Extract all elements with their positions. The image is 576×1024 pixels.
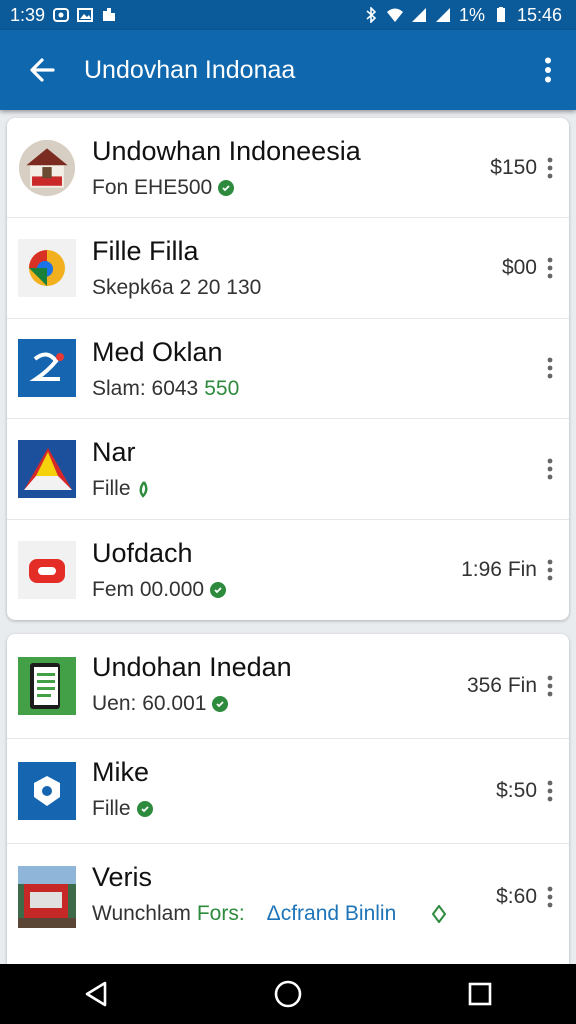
item-title: Undohan Inedan xyxy=(92,652,292,682)
status-left: 1:39 xyxy=(10,5,117,26)
item-price: $00 xyxy=(501,256,537,280)
more-vertical-icon xyxy=(547,257,553,279)
item-subtitle-group: Uen: 60.001 xyxy=(92,692,229,716)
app-list-card-2: Undohan Inedan Uen: 60.001 356 Fin Mike … xyxy=(7,634,569,964)
notification-icon xyxy=(53,8,70,22)
more-vertical-icon xyxy=(547,458,553,480)
house-photo-icon xyxy=(18,137,76,199)
item-subtitle-extra-2: Δcfrand Binlin xyxy=(266,902,397,925)
list-item[interactable]: Fille Filla Skepk6a 2 20 130 $00 xyxy=(7,218,569,319)
more-vertical-icon xyxy=(545,57,551,83)
item-price: 1:96 Fin xyxy=(461,557,537,581)
nav-back-icon xyxy=(85,981,107,1007)
item-subtitle-group: Wunchlam Fors: Δcfrand Binlin xyxy=(92,902,447,926)
item-subtitle-group: Slam: 6043 550 xyxy=(92,377,239,401)
item-subtitle-extra: Fors: xyxy=(196,902,245,925)
verified-icon xyxy=(218,180,235,196)
item-subtitle-group: Fem 00.000 xyxy=(92,577,227,602)
list-item[interactable]: Undohan Inedan Uen: 60.001 356 Fin xyxy=(7,634,569,739)
verified-icon xyxy=(136,801,153,817)
browser-app-icon xyxy=(18,237,76,299)
more-vertical-icon xyxy=(547,675,553,697)
item-title: Nar xyxy=(92,437,136,468)
more-vertical-icon xyxy=(547,780,553,802)
nav-back-button[interactable] xyxy=(66,964,126,1024)
overflow-menu-button[interactable] xyxy=(520,30,576,110)
store-notification-icon xyxy=(103,8,116,21)
list-item[interactable]: Veris Wunchlam Fors: Δcfrand Binlin $:60 xyxy=(7,844,569,949)
document-app-icon xyxy=(18,655,76,717)
shield-app-icon xyxy=(18,760,76,822)
more-vertical-icon xyxy=(547,157,553,179)
item-more-button[interactable] xyxy=(541,671,559,701)
item-more-button[interactable] xyxy=(541,454,559,484)
list-item[interactable]: Uofdach Fem 00.000 1:96 Fin xyxy=(7,520,569,620)
item-price: 356 Fin xyxy=(466,674,537,697)
page-title: Undovhan Indonaa xyxy=(84,55,296,84)
item-more-button[interactable] xyxy=(541,153,559,183)
item-more-button[interactable] xyxy=(541,353,559,383)
list-item[interactable]: Med Oklan Slam: 6043 550 xyxy=(7,319,569,420)
list-item[interactable]: Mike Fille $:50 xyxy=(7,739,569,844)
status-time: 15:46 xyxy=(516,4,562,25)
more-vertical-icon xyxy=(547,358,553,379)
status-bar: 1:39 1% 15:46 xyxy=(0,0,576,30)
arrow-back-icon xyxy=(30,58,55,82)
item-subtitle-group: Fille xyxy=(92,797,153,821)
blue-app-icon xyxy=(18,337,76,399)
more-vertical-icon xyxy=(547,559,553,581)
verified-icon xyxy=(210,581,227,598)
item-title: Mike xyxy=(92,757,150,787)
item-title: Veris xyxy=(92,862,153,892)
item-more-button[interactable] xyxy=(541,776,559,806)
leaf-icon xyxy=(139,481,147,498)
video-app-icon xyxy=(18,539,76,601)
item-more-button[interactable] xyxy=(541,882,559,912)
item-subtitle: Uen: 60.001 xyxy=(92,692,207,715)
nav-recents-button[interactable] xyxy=(450,964,510,1024)
triangle-flag-icon xyxy=(18,438,76,500)
market-photo-icon xyxy=(18,865,76,928)
item-subtitle: Slam: 6043 xyxy=(92,376,199,400)
item-title: Uofdach xyxy=(92,537,193,568)
item-subtitle: Skepk6a 2 20 130 xyxy=(92,276,262,300)
back-button[interactable] xyxy=(0,30,84,110)
app-bar: Undovhan Indonaa xyxy=(0,30,576,110)
item-subtitle: Fille xyxy=(92,797,131,820)
list-item[interactable]: Undowhan Indoneesia Fon EHE500 $150 xyxy=(7,118,569,219)
wifi-icon xyxy=(386,8,403,22)
item-price: $150 xyxy=(490,155,537,179)
status-left-time: 1:39 xyxy=(10,4,46,25)
item-title: Fille Filla xyxy=(92,236,199,267)
nav-home-button[interactable] xyxy=(258,964,318,1024)
item-title: Undowhan Indoneesia xyxy=(92,136,361,166)
item-more-button[interactable] xyxy=(541,253,559,283)
item-subtitle-group: Fon EHE500 xyxy=(92,176,235,200)
signal-icon xyxy=(411,8,426,22)
item-price: $:50 xyxy=(496,779,537,802)
item-subtitle: Fille xyxy=(92,477,131,501)
status-right: 1% 15:46 xyxy=(363,5,562,26)
list-item[interactable]: Nar Fille xyxy=(7,419,569,520)
item-price: $:60 xyxy=(496,884,537,908)
item-subtitle: Wunchlam xyxy=(92,902,191,925)
nav-recents-icon xyxy=(468,982,492,1006)
battery-percent: 1% xyxy=(458,4,485,25)
image-notification-icon xyxy=(77,8,94,22)
item-subtitle: Fem 00.000 xyxy=(92,577,205,601)
item-more-button[interactable] xyxy=(541,555,559,585)
diamond-icon xyxy=(432,905,447,923)
more-vertical-icon xyxy=(547,886,553,907)
item-subtitle-group: Fille xyxy=(92,477,151,501)
signal-2-icon xyxy=(435,8,450,22)
battery-icon xyxy=(496,7,505,22)
verified-icon xyxy=(212,696,229,712)
system-nav-bar xyxy=(0,964,576,1024)
app-list-card: Undowhan Indoneesia Fon EHE500 $150 Fill… xyxy=(7,118,569,620)
item-subtitle-extra: 550 xyxy=(204,376,240,400)
item-subtitle: Fon EHE500 xyxy=(92,176,213,199)
nav-home-icon xyxy=(274,980,302,1008)
item-title: Med Oklan xyxy=(92,336,223,367)
bluetooth-icon xyxy=(366,7,377,23)
